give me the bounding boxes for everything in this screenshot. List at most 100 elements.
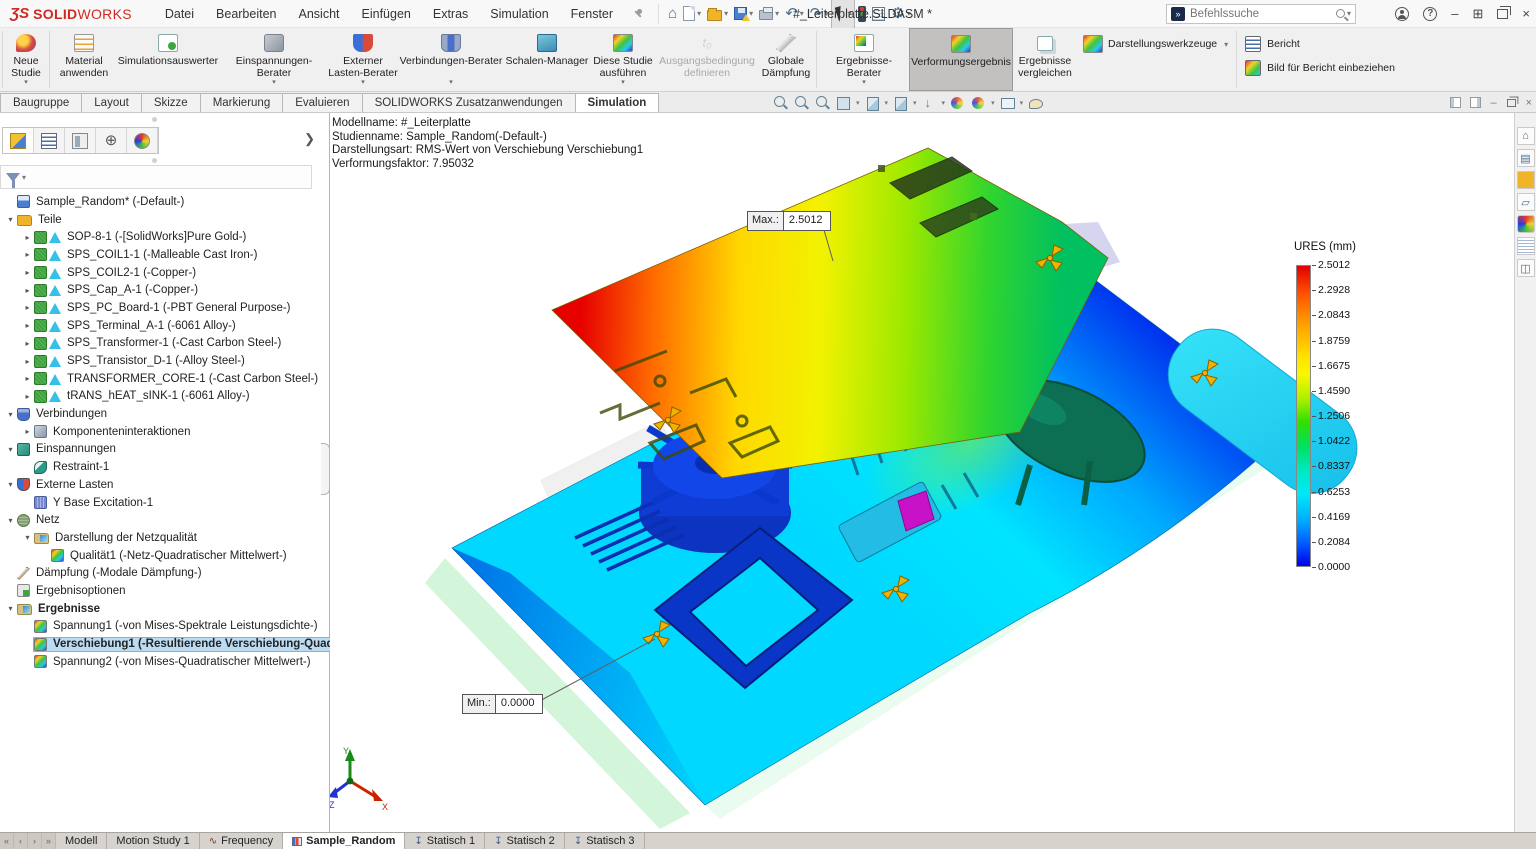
file-explorer-icon[interactable]: ▱ — [1517, 193, 1535, 211]
tree-item[interactable]: ▾Netz — [0, 511, 330, 529]
simulationsauswerter-button[interactable]: Simulationsauswerter — [116, 28, 220, 91]
tab-skizze[interactable]: Skizze — [141, 93, 201, 112]
tree-item[interactable]: ▸SPS_Transformer-1 (-Cast Carbon Steel-) — [0, 335, 330, 353]
pane-minimize-icon[interactable]: – — [1490, 97, 1496, 109]
min-callout[interactable]: Min.: 0.0000 — [462, 694, 543, 714]
tab-scroll-next-icon[interactable]: › — [28, 833, 42, 849]
tree-item[interactable]: ▾Darstellung der Netzqualität — [0, 529, 330, 547]
custom-properties-icon[interactable]: ◫ — [1517, 259, 1535, 277]
next-pane-icon[interactable] — [1470, 97, 1481, 108]
tree-item-content[interactable]: Einspannungen — [17, 443, 330, 456]
tree-expand-arrow-icon[interactable]: ▸ — [21, 427, 34, 436]
tree-expand-arrow-icon[interactable]: ▸ — [21, 233, 34, 242]
view-orientation-icon[interactable] — [864, 95, 881, 111]
study-tab-statisch-2[interactable]: ↧Statisch 2 — [485, 833, 565, 849]
max-callout[interactable]: Max.: 2.5012 — [747, 211, 831, 231]
tree-item-content[interactable]: Y Base Excitation-1 — [34, 496, 330, 509]
tab-scroll-prev-icon[interactable]: ‹ — [14, 833, 28, 849]
tree-item[interactable]: ▸SPS_PC_Board-1 (-PBT General Purpose-) — [0, 299, 330, 317]
save-icon[interactable]: ▾ — [731, 5, 756, 22]
externer-lasten-berater-caret-icon[interactable]: ▾ — [361, 77, 365, 89]
tree-item-content[interactable]: SPS_Terminal_A-1 (-6061 Alloy-) — [34, 319, 330, 332]
verbindungen-berater-button[interactable]: Verbindungen-Berater▾ — [398, 28, 504, 91]
tree-item[interactable]: ▾Ergebnisse — [0, 600, 330, 618]
graphics-viewport[interactable]: Y X Z Modellname: #_Leiterplatte Studien… — [330, 113, 1514, 832]
study-tab-frequency[interactable]: ∿Frequency — [200, 833, 283, 849]
search-icon[interactable] — [1336, 9, 1345, 18]
tree-expand-arrow-icon[interactable]: ▸ — [21, 339, 34, 348]
einspannungen-berater-caret-icon[interactable]: ▾ — [272, 77, 276, 89]
filter-caret-icon[interactable]: ▾ — [22, 173, 26, 182]
section-view-icon[interactable] — [835, 95, 852, 111]
tree-item[interactable]: ▾Teile — [0, 211, 330, 229]
tree-item-content[interactable]: SPS_COIL2-1 (-Copper-) — [34, 266, 330, 279]
einspannungen-berater-button[interactable]: Einspannungen-Berater▾ — [220, 28, 328, 91]
forum-icon[interactable] — [1517, 215, 1535, 233]
print-icon[interactable]: ▾ — [756, 5, 782, 22]
restore-button[interactable] — [1497, 9, 1508, 19]
tree-item-content[interactable]: tRANS_hEAT_sINK-1 (-6061 Alloy-) — [34, 390, 330, 403]
tree-item[interactable]: ▾Verbindungen — [0, 405, 330, 423]
menu-item-bearbeiten[interactable]: Bearbeiten — [205, 2, 287, 26]
tab-evaluieren[interactable]: Evaluieren — [282, 93, 362, 112]
view-settings-icon[interactable] — [999, 95, 1016, 111]
pane-restore-icon[interactable] — [1507, 99, 1516, 107]
search-input[interactable] — [1190, 8, 1336, 20]
new-document-icon[interactable]: ▾ — [680, 4, 704, 23]
dimxpertmanager-tab[interactable]: ⊕ — [96, 128, 127, 153]
tree-item[interactable]: ▸SOP-8-1 (-[SolidWorks]Pure Gold-) — [0, 228, 330, 246]
tree-expand-arrow-icon[interactable]: ▾ — [4, 516, 17, 525]
apply-scene-icon-caret[interactable]: ▾ — [991, 99, 995, 107]
darstellungswerkzeuge-caret-icon[interactable]: ▾ — [1224, 40, 1228, 49]
search-caret-icon[interactable]: ▾ — [1347, 9, 1351, 18]
model-scene[interactable]: Y X Z — [330, 113, 1514, 832]
tree-item[interactable]: ▸SPS_Terminal_A-1 (-6061 Alloy-) — [0, 317, 330, 335]
view-settings-icon-caret[interactable]: ▾ — [1020, 99, 1024, 107]
tree-expand-arrow-icon[interactable]: ▾ — [21, 533, 34, 542]
panel-grip-dot[interactable] — [152, 158, 157, 163]
resources-icon[interactable]: ▤ — [1517, 149, 1535, 167]
tree-item-content[interactable]: Sample_Random* (-Default-) — [17, 195, 330, 208]
study-tab-sample-random[interactable]: Sample_Random — [283, 833, 405, 849]
tab-scroll-last-icon[interactable]: » — [42, 833, 56, 849]
hide-show-items-icon[interactable] — [921, 95, 938, 111]
measure-icon[interactable] — [1027, 95, 1044, 111]
tree-item[interactable]: Sample_Random* (-Default-) — [0, 193, 330, 211]
open-icon[interactable]: ▾ — [704, 5, 731, 23]
tree-item-content[interactable]: SPS_PC_Board-1 (-PBT General Purpose-) — [34, 301, 330, 314]
material-anwenden-button[interactable]: Materialanwenden — [52, 28, 116, 91]
pane-close-icon[interactable]: × — [1526, 97, 1532, 109]
verformungsergebnis-button[interactable]: Verformungsergebnis — [909, 28, 1013, 91]
ergebnisse-berater-button[interactable]: Ergebnisse-Berater▾ — [819, 28, 909, 91]
print-icon-caret[interactable]: ▾ — [775, 9, 779, 18]
tab-markierung[interactable]: Markierung — [200, 93, 284, 112]
tree-item[interactable]: ▸SPS_COIL1-1 (-Malleable Cast Iron-) — [0, 246, 330, 264]
tree-expand-arrow-icon[interactable]: ▾ — [4, 410, 17, 419]
tab-scroll-first-icon[interactable]: « — [0, 833, 14, 849]
tree-expand-arrow-icon[interactable]: ▸ — [21, 303, 34, 312]
tree-expand-arrow-icon[interactable]: ▾ — [4, 604, 17, 613]
panel-splitter-handle[interactable] — [321, 443, 330, 495]
tree-filter-row[interactable]: ▾ — [0, 165, 312, 189]
tree-expand-arrow-icon[interactable]: ▸ — [21, 250, 34, 259]
zoom-fit-icon[interactable] — [772, 95, 789, 111]
tree-expand-arrow-icon[interactable]: ▾ — [4, 215, 17, 224]
neue-studie-caret-icon[interactable]: ▾ — [24, 77, 28, 89]
user-account-icon[interactable] — [1395, 7, 1409, 21]
configurationmanager-tab[interactable] — [65, 128, 96, 153]
tree-item-content[interactable]: Ergebnisse — [17, 602, 330, 615]
tree-expand-arrow-icon[interactable]: ▸ — [21, 268, 34, 277]
tree-item[interactable]: ▸tRANS_hEAT_sINK-1 (-6061 Alloy-) — [0, 388, 330, 406]
verbindungen-berater-caret-icon[interactable]: ▾ — [449, 77, 453, 89]
view-palette-icon[interactable] — [1517, 237, 1535, 255]
tree-item[interactable]: Qualität1 (-Netz-Quadratischer Mittelwer… — [0, 547, 330, 565]
tree-item-content[interactable]: TRANSFORMER_CORE-1 (-Cast Carbon Steel-) — [34, 372, 330, 385]
ergebnisse-berater-caret-icon[interactable]: ▾ — [862, 77, 866, 89]
design-library-icon[interactable] — [1517, 171, 1535, 189]
neue-studie-button[interactable]: NeueStudie▾ — [5, 28, 47, 91]
tree-item[interactable]: ▸SPS_Cap_A-1 (-Copper-) — [0, 281, 330, 299]
tree-item[interactable]: Spannung2 (-von Mises-Quadratischer Mitt… — [0, 653, 330, 671]
panel-grip-dot[interactable] — [152, 117, 157, 122]
tree-item[interactable]: Y Base Excitation-1 — [0, 494, 330, 512]
bild-für-bericht-einbeziehen-button[interactable]: Bild für Bericht einbeziehen — [1239, 56, 1401, 80]
